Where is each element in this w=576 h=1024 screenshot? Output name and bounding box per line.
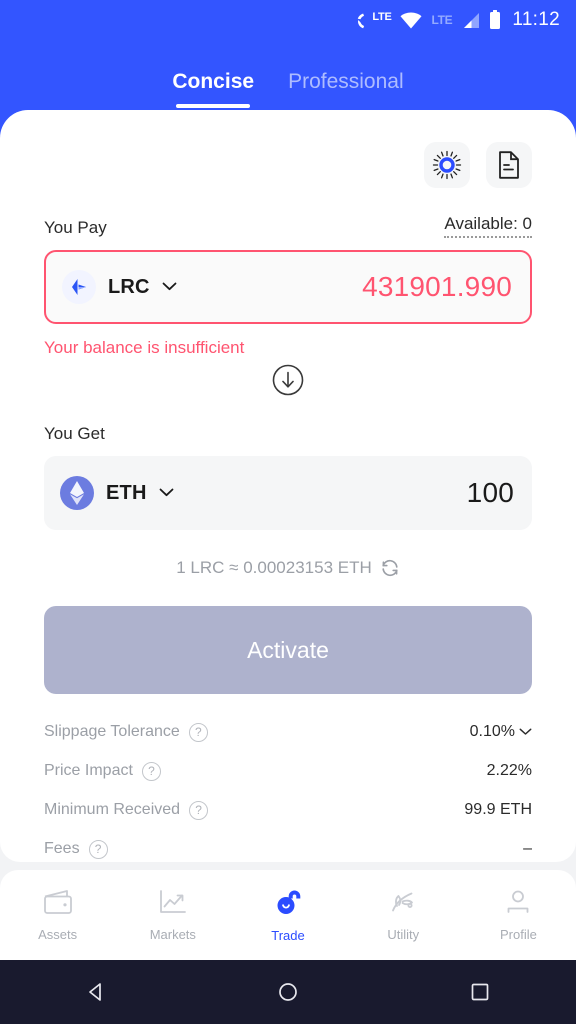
volte-label: LTE [372,10,392,23]
exchange-rate-row: 1 LRC ≈ 0.00023153 ETH [44,558,532,578]
chart-icon [159,889,187,920]
app-screen: LTE LTE 11:12 Concise Professional You P… [0,0,576,1024]
help-icon[interactable]: ? [88,839,108,859]
nav-item-assets[interactable]: Assets [0,889,115,942]
detail-label-group: Slippage Tolerance ? [44,722,208,742]
price-impact-label: Price Impact [44,762,133,779]
detail-row-minimum-received: Minimum Received ? 99.9 ETH [44,794,532,826]
leaf-icon [389,889,417,920]
nav-item-markets[interactable]: Markets [115,889,230,942]
detail-row-fees: Fees ? – [44,833,532,865]
bottom-navigation: Assets Markets Trade Utility Profile [0,870,576,960]
detail-row-price-impact: Price Impact ? 2.22% [44,755,532,787]
minimum-received-label: Minimum Received [44,801,181,818]
help-icon[interactable]: ? [188,722,208,742]
network-type-label: LTE [431,13,453,27]
loopring-logo-icon[interactable] [424,142,470,188]
slippage-value-group[interactable]: 0.10% [470,723,532,741]
document-icon[interactable] [486,142,532,188]
exchange-rate-text: 1 LRC ≈ 0.00023153 ETH [176,558,372,577]
nav-item-utility[interactable]: Utility [346,889,461,942]
status-bar: LTE LTE 11:12 [0,0,576,40]
mode-tabs: Concise Professional [0,40,576,112]
chevron-down-icon [162,278,177,296]
you-pay-label: You Pay [44,218,107,237]
nav-label-utility: Utility [387,926,420,942]
chevron-down-icon [159,484,174,502]
clock: 11:12 [512,9,560,30]
detail-label-group: Price Impact ? [44,761,161,781]
get-amount-input[interactable]: 100 [467,477,514,509]
trade-icon [274,888,302,921]
minimum-received-value: 99.9 ETH [464,801,532,818]
system-navigation-bar [0,960,576,1024]
trade-details: Slippage Tolerance ? 0.10% Price Impact … [0,694,576,865]
recents-button[interactable] [384,983,576,1001]
get-header-row: You Get [44,424,532,444]
tab-concise[interactable]: Concise [166,70,260,108]
refresh-icon[interactable] [380,559,400,577]
pay-amount-input[interactable]: 431901.990 [362,271,512,303]
swap-direction-row [44,362,532,398]
pay-section: You Pay Available: 0 LRC 431901.990 Your… [0,214,576,578]
pay-input-box[interactable]: LRC 431901.990 [44,250,532,324]
card-action-buttons [0,110,576,188]
nav-label-markets: Markets [149,926,196,942]
activate-button[interactable]: Activate [44,606,532,694]
lrc-token-icon [62,270,96,304]
person-icon [505,889,531,920]
slippage-value: 0.10% [469,723,515,740]
wallet-icon [43,889,73,920]
chevron-down-icon [519,723,532,741]
swap-card: You Pay Available: 0 LRC 431901.990 Your… [0,110,576,862]
fees-value: – [523,840,532,857]
eth-token-icon [60,476,94,510]
price-impact-value: 2.22% [486,762,532,779]
nav-label-profile: Profile [499,926,537,942]
pay-token-selector[interactable]: LRC [62,270,177,304]
help-icon[interactable]: ? [189,800,209,820]
nav-label-assets: Assets [38,926,78,942]
signal-icon [461,12,480,29]
arrow-down-circle-icon[interactable] [270,362,306,398]
slippage-label: Slippage Tolerance [44,723,180,740]
available-balance[interactable]: Available: 0 [444,214,532,238]
nav-item-profile[interactable]: Profile [461,889,576,942]
detail-label-group: Fees ? [44,839,108,859]
wifi-icon [400,12,422,29]
tab-professional[interactable]: Professional [282,70,410,108]
home-button[interactable] [192,982,384,1002]
get-input-box[interactable]: ETH 100 [44,456,532,530]
fees-label: Fees [44,840,80,857]
volte-icon: LTE [357,10,392,29]
you-get-label: You Get [44,424,105,443]
back-button[interactable] [0,981,192,1003]
pay-token-symbol: LRC [108,275,150,298]
get-token-selector[interactable]: ETH [60,476,174,510]
battery-icon [489,10,501,30]
pay-header-row: You Pay Available: 0 [44,214,532,238]
nav-item-trade[interactable]: Trade [230,888,345,943]
balance-error-message: Your balance is insufficient [44,338,245,357]
get-token-symbol: ETH [106,481,147,504]
help-icon[interactable]: ? [141,761,161,781]
nav-label-trade: Trade [271,927,305,943]
detail-label-group: Minimum Received ? [44,800,209,820]
detail-row-slippage: Slippage Tolerance ? 0.10% [44,716,532,748]
